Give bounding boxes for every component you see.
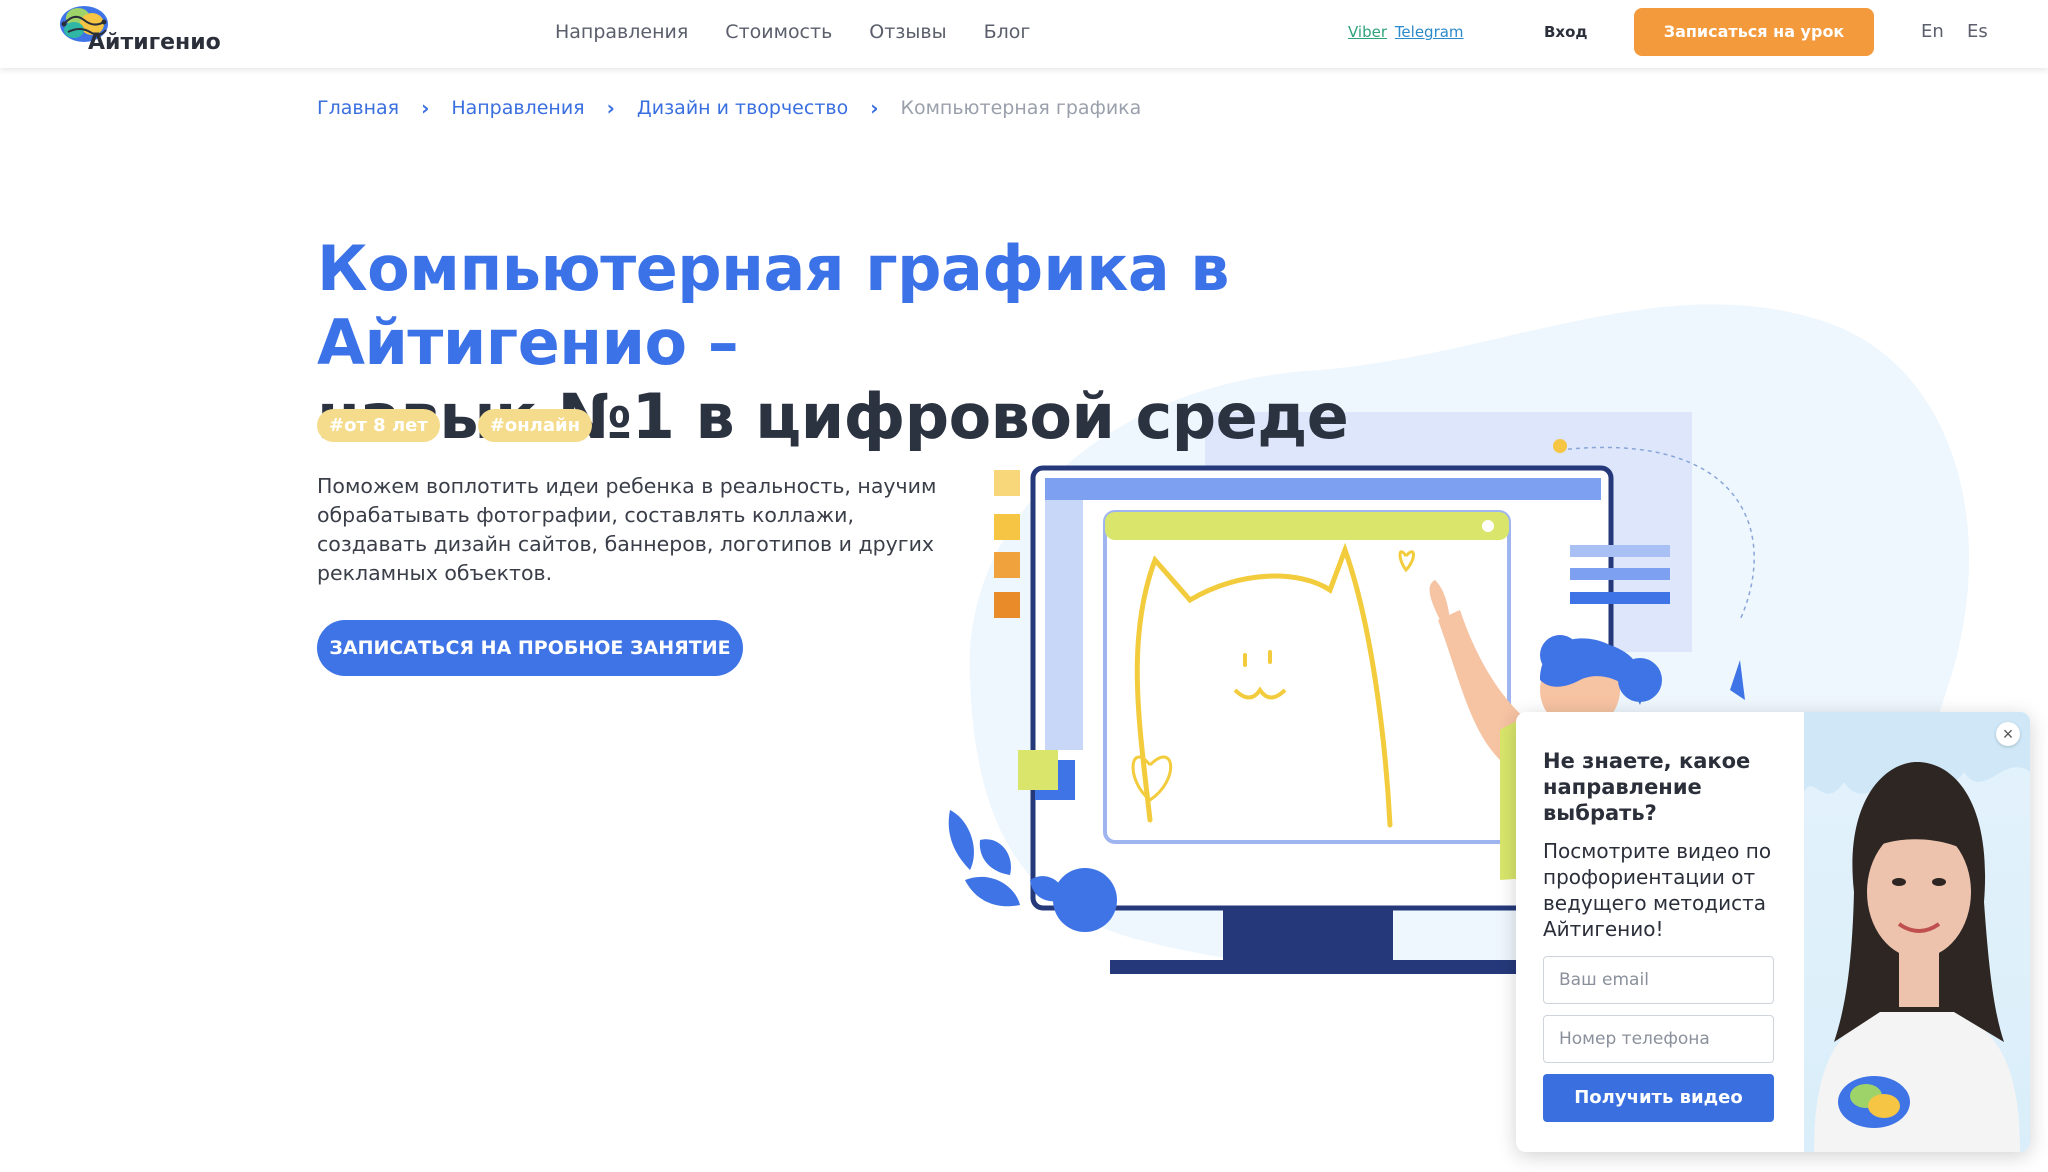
email-field[interactable] xyxy=(1543,956,1774,1004)
methodist-photo xyxy=(1804,712,2030,1152)
get-video-button[interactable]: Получить видео xyxy=(1543,1074,1774,1122)
tag-online: #онлайн xyxy=(477,409,593,442)
tag-age: #от 8 лет xyxy=(317,409,440,442)
chevron-right-icon: › xyxy=(421,96,430,120)
breadcrumb: Главная › Направления › Дизайн и творчес… xyxy=(317,96,1141,120)
lang-es[interactable]: Es xyxy=(1967,21,1988,42)
hero-tags: #от 8 лет #онлайн xyxy=(317,409,593,442)
chevron-right-icon: › xyxy=(870,96,879,120)
popup-text: Посмотрите видео по профориентации от ве… xyxy=(1543,839,1772,941)
breadcrumb-current: Компьютерная графика xyxy=(900,97,1142,119)
page-title-line1: Компьютерная графика в Айтигенио – xyxy=(317,232,1230,379)
messenger-links: Viber Telegram xyxy=(1348,23,1467,41)
logo[interactable]: Айтигенио xyxy=(54,0,224,60)
hero-description: Поможем воплотить идеи ребенка в реально… xyxy=(317,474,937,585)
book-lesson-button[interactable]: Записаться на урок xyxy=(1634,8,1874,56)
video-popup: × Не знаете, какое направление выбрать? … xyxy=(1516,712,2030,1152)
main-nav: Направления Стоимость Отзывы Блог xyxy=(555,21,1067,43)
popup-title: Не знаете, какое направление выбрать? xyxy=(1543,749,1751,825)
breadcrumb-home[interactable]: Главная xyxy=(317,97,399,119)
lang-en[interactable]: En xyxy=(1921,21,1944,42)
viber-link[interactable]: Viber xyxy=(1348,23,1387,41)
nav-item-reviews[interactable]: Отзывы xyxy=(869,21,946,43)
trial-lesson-button[interactable]: ЗАПИСАТЬСЯ НА ПРОБНОЕ ЗАНЯТИЕ xyxy=(317,620,743,676)
nav-item-pricing[interactable]: Стоимость xyxy=(725,21,832,43)
phone-field[interactable] xyxy=(1543,1015,1774,1063)
chevron-right-icon: › xyxy=(606,96,615,120)
logo-text: Айтигенио xyxy=(88,30,221,55)
breadcrumb-directions[interactable]: Направления xyxy=(451,97,584,119)
nav-item-directions[interactable]: Направления xyxy=(555,21,688,43)
site-header: Айтигенио Направления Стоимость Отзывы Б… xyxy=(0,0,2048,68)
login-link[interactable]: Вход xyxy=(1544,23,1588,41)
close-icon[interactable]: × xyxy=(1996,722,2020,746)
breadcrumb-design[interactable]: Дизайн и творчество xyxy=(637,97,848,119)
girl-illustration xyxy=(1804,712,2030,1152)
telegram-link[interactable]: Telegram xyxy=(1395,23,1464,41)
nav-item-blog[interactable]: Блог xyxy=(984,21,1031,43)
